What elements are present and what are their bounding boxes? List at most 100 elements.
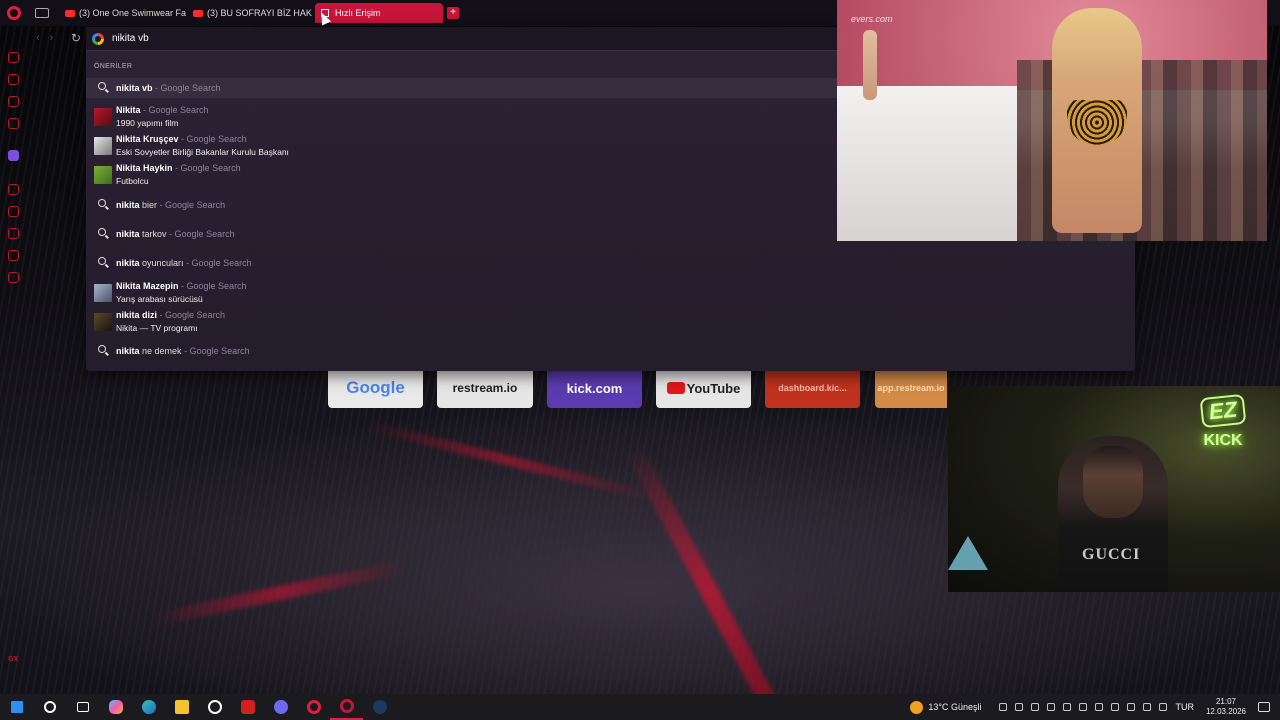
bluetooth-tray-icon[interactable] (1095, 703, 1104, 711)
reload-icon[interactable]: ↻ (71, 31, 81, 45)
speed-dial-label: kick.com (566, 380, 623, 396)
suggestion-row[interactable]: nikita dizi - Google Search Nikita — TV p… (86, 309, 1135, 335)
suggestion-source: - Google Search (186, 257, 252, 268)
search-icon (94, 79, 112, 97)
file-explorer-icon[interactable] (165, 694, 198, 720)
person-thumbnail (94, 137, 112, 155)
address-input[interactable]: nikita vb (112, 33, 149, 44)
copilot-icon[interactable] (99, 694, 132, 720)
suggestion-subtitle: Yarış arabası sürücüsü (116, 294, 203, 304)
volume-icon[interactable] (1159, 703, 1168, 711)
edge-icon[interactable] (132, 694, 165, 720)
suggestion-row[interactable]: nikita oyuncuları - Google Search (86, 253, 1135, 273)
person-thumbnail (94, 166, 112, 184)
app-tray-icon[interactable] (1063, 703, 1072, 711)
suggestion-source: - Google Search (155, 82, 221, 93)
suggestion-text: Nikita (116, 105, 141, 115)
search-taskbar-icon[interactable] (33, 694, 66, 720)
player-icon[interactable] (8, 184, 19, 195)
suggestion-subtitle: Nikita — TV programı (116, 323, 198, 333)
task-view-icon[interactable] (66, 694, 99, 720)
gx-control-icon[interactable] (8, 52, 19, 63)
steam-icon[interactable] (363, 694, 396, 720)
weather-widget[interactable]: 13°C Güneşli (910, 700, 981, 714)
background-model (863, 30, 877, 100)
voice-app-icon[interactable] (231, 694, 264, 720)
suggestion-row[interactable]: nikita ne demek - Google Search (86, 341, 1135, 361)
tab-label: Hızlı Erişim (335, 8, 381, 18)
opera-icon[interactable] (297, 694, 330, 720)
discord-tray-icon[interactable] (1031, 703, 1040, 711)
speed-dial-label: Google (346, 378, 405, 397)
neon-sign: EZ KICK (1192, 393, 1254, 450)
new-tab-button[interactable]: + (447, 7, 459, 19)
nikita-film-thumbnail (94, 108, 112, 126)
sidebar: GX (0, 44, 28, 684)
microphone-icon[interactable] (1127, 703, 1136, 711)
speed-dial-app-restream[interactable]: app.restream.io (875, 368, 947, 408)
suggestion-subtitle: 1990 yapımı film (116, 118, 179, 128)
pinboard-icon[interactable] (8, 206, 19, 217)
tab-youtube-1[interactable]: (3) One One Swimwear Fa (59, 3, 187, 23)
suggestion-text: nikita (116, 228, 140, 239)
speed-dial-youtube[interactable]: YouTube (656, 368, 751, 408)
sun-icon (910, 700, 924, 714)
opera-menu-icon[interactable] (7, 6, 21, 20)
suggestion-source: - Google Search (159, 310, 226, 320)
speed-dial-restream[interactable]: restream.io (437, 368, 533, 408)
suggestion-subtitle: Eski Sovyetler Birliği Bakanlar Kurulu B… (116, 147, 289, 157)
wallpaper-stripe (151, 559, 409, 627)
suggestion-completion: bier (139, 199, 158, 210)
suggestion-source: - Google Search (184, 345, 250, 356)
suggestion-completion: tarkov (139, 228, 167, 239)
speed-dial-kick[interactable]: kick.com (547, 368, 642, 408)
chevron-up-icon[interactable] (1111, 703, 1120, 711)
suggestion-source: - Google Search (181, 134, 247, 144)
chrome-icon[interactable] (198, 694, 231, 720)
speed-dial-kick-dashboard[interactable]: dashboard.kic... (765, 368, 860, 408)
suggestion-source: - Google Search (181, 281, 247, 291)
network-icon[interactable] (1143, 703, 1152, 711)
suggestion-completion: oyuncuları (139, 257, 184, 268)
discord-icon[interactable] (264, 694, 297, 720)
light-glare (948, 536, 988, 570)
search-icon (94, 342, 112, 360)
youtube-logo-icon (666, 382, 685, 394)
suggestion-text: Nikita Mazepin (116, 281, 179, 291)
search-icon (94, 225, 112, 243)
tab-speed-dial[interactable]: Hızlı Erişim (315, 3, 443, 23)
speed-dial-label: restream.io (452, 381, 518, 395)
speed-dial-label: dashboard.kic... (778, 383, 847, 393)
back-forward-buttons[interactable]: ‹› (36, 32, 63, 44)
opera-gx-icon[interactable] (330, 694, 363, 720)
grid-tray-icon[interactable] (1079, 703, 1088, 711)
history-icon[interactable] (8, 228, 19, 239)
tab-youtube-2[interactable]: (3) BU SOFRAYI BİZ HAK (187, 3, 315, 23)
tab-overview-icon[interactable] (35, 8, 49, 18)
suggestion-text: nikita vb (116, 82, 153, 93)
settings-icon[interactable] (8, 272, 19, 283)
gx-corner-icon[interactable] (8, 74, 19, 85)
nvidia-tray-icon[interactable] (1015, 703, 1024, 711)
language-indicator[interactable]: TUR (1175, 702, 1194, 712)
steam-tray-icon[interactable] (999, 703, 1008, 711)
suggestion-row[interactable]: Nikita Mazepin - Google Search Yarış arab… (86, 280, 1135, 306)
system-tray: 13°C Güneşli TUR 21:07 12.03.2026 (910, 694, 1280, 720)
wallpaper-stripe (623, 441, 795, 720)
messenger-icon[interactable] (8, 96, 19, 107)
opera-tray-icon[interactable] (1047, 703, 1056, 711)
clock[interactable]: 21:07 12.03.2026 (1206, 697, 1246, 717)
start-button[interactable] (0, 694, 33, 720)
webcam-overlay: GUCCI EZ KICK (948, 386, 1280, 592)
search-icon (94, 254, 112, 272)
neon-kick-text: KICK (1203, 432, 1243, 449)
youtube-icon (65, 9, 75, 17)
extensions-icon[interactable] (8, 250, 19, 261)
tab-label: (3) BU SOFRAYI BİZ HAK (207, 8, 312, 18)
twitch-icon[interactable] (8, 150, 19, 161)
suggestion-completion: ne demek (139, 345, 182, 356)
speed-dial-google[interactable]: Google (328, 368, 423, 408)
youtube-icon (193, 9, 203, 17)
notification-icon[interactable] (1258, 702, 1270, 712)
instagram-icon[interactable] (8, 118, 19, 129)
